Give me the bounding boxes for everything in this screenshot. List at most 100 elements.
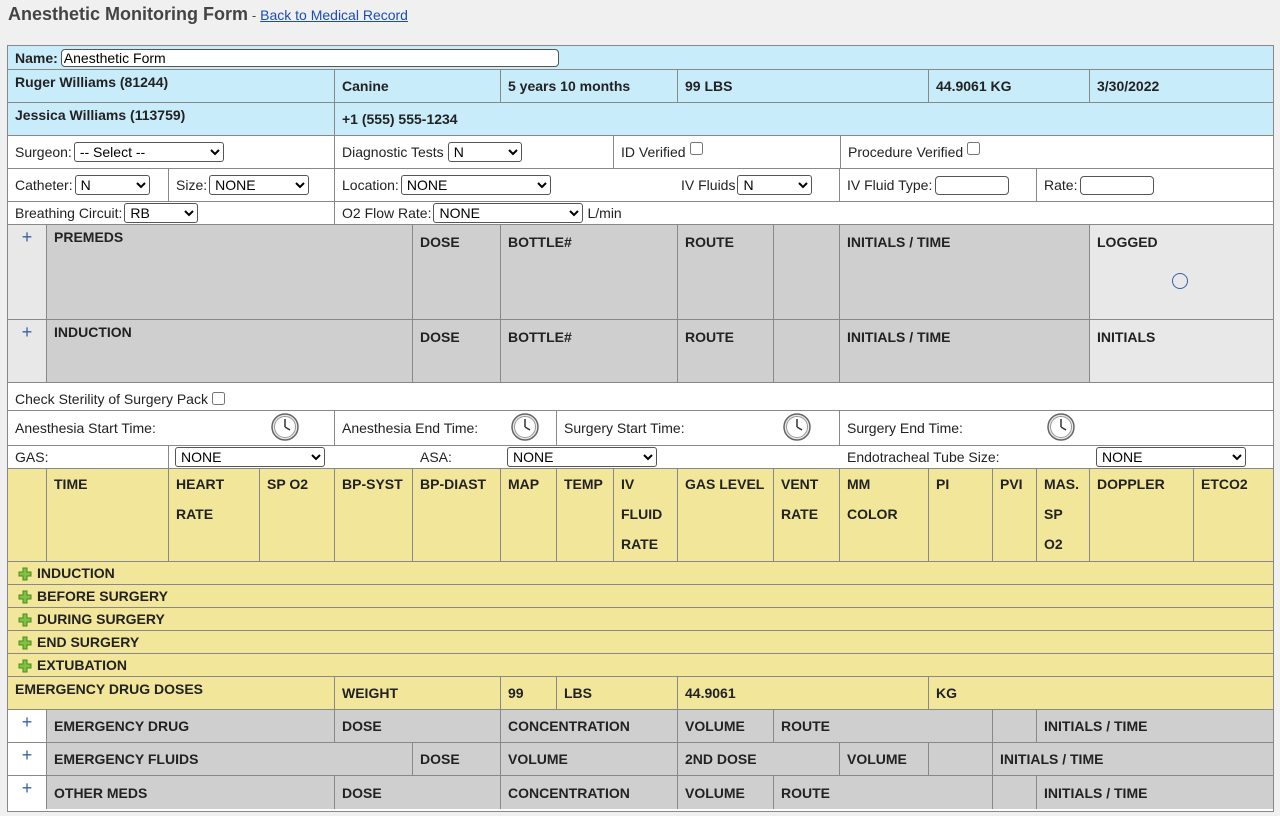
size-select[interactable]: NONE bbox=[209, 175, 310, 195]
form-name-input[interactable] bbox=[60, 48, 559, 67]
location-label: Location: bbox=[342, 177, 399, 193]
emergency-fluids-dose-header: DOSE bbox=[413, 743, 501, 775]
emergency-weight-label: WEIGHT bbox=[335, 677, 501, 709]
green-plus-icon[interactable] bbox=[18, 636, 32, 650]
induction-bottle-header: BOTTLE# bbox=[501, 320, 678, 382]
emergency-drug-initials-time-header: INITIALS / TIME bbox=[1044, 718, 1148, 734]
green-plus-icon[interactable] bbox=[18, 590, 32, 604]
green-plus-icon[interactable] bbox=[18, 613, 32, 627]
surgeon-label: Surgeon: bbox=[15, 144, 72, 160]
id-verified-checkbox[interactable] bbox=[689, 141, 703, 155]
sterility-checkbox[interactable] bbox=[211, 392, 225, 405]
o2-unit: L/min bbox=[587, 205, 622, 221]
iv-rate-input[interactable] bbox=[1080, 175, 1155, 195]
iv-fluid-type-input[interactable] bbox=[935, 175, 1010, 195]
vitals-heart-rate-header: HEART RATE bbox=[169, 469, 260, 561]
vitals-bp-syst-header: BP-SYST bbox=[335, 469, 413, 561]
vitals-pi-header: PI bbox=[929, 469, 993, 561]
breathing-circuit-select[interactable]: RB bbox=[124, 203, 199, 223]
green-plus-icon[interactable] bbox=[18, 567, 32, 581]
induction-dose-header: DOSE bbox=[413, 320, 501, 382]
size-label: Size: bbox=[176, 177, 208, 193]
gas-row: GAS: NONE ASA: NONE Endotracheal Tube Si… bbox=[8, 446, 1273, 469]
gas-select[interactable]: NONE bbox=[175, 447, 325, 467]
emergency-fluids-title: EMERGENCY FLUIDS bbox=[47, 743, 413, 775]
premeds-initials-time-header: INITIALS / TIME bbox=[840, 225, 1090, 319]
vitals-gas-level-header: GAS LEVEL bbox=[678, 469, 774, 561]
iv-fluids-select[interactable]: N bbox=[737, 175, 813, 195]
title-separator: - bbox=[251, 8, 257, 23]
species: Canine bbox=[335, 70, 501, 102]
rate-label: Rate: bbox=[1044, 177, 1078, 193]
green-plus-icon[interactable] bbox=[18, 659, 32, 673]
other-meds-row: + OTHER MEDS DOSE CONCENTRATION VOLUME R… bbox=[8, 776, 1273, 809]
logged-circle-icon[interactable] bbox=[1172, 273, 1188, 289]
premeds-dose-header: DOSE bbox=[413, 225, 501, 319]
age: 5 years 10 months bbox=[501, 70, 678, 102]
asa-label: ASA: bbox=[420, 449, 452, 465]
anesthesia-start-clock-icon[interactable] bbox=[271, 413, 299, 444]
phase-label: BEFORE SURGERY bbox=[37, 588, 168, 604]
vitals-spo2-header: SP O2 bbox=[260, 469, 335, 561]
surgeon-row: Surgeon: -- Select -- Diagnostic Tests N… bbox=[8, 136, 1273, 169]
premeds-logged-header: LOGGED bbox=[1097, 234, 1158, 250]
phase-row-end-surgery[interactable]: END SURGERY bbox=[8, 631, 1273, 654]
anesthetic-form: Name: Ruger Williams (81244) Canine 5 ye… bbox=[7, 45, 1274, 812]
diagnostic-tests-select[interactable]: N bbox=[447, 142, 522, 162]
emergency-weight-kg: 44.9061 bbox=[678, 677, 929, 709]
phase-row-during-surgery[interactable]: DURING SURGERY bbox=[8, 608, 1273, 631]
premeds-route-header: ROUTE bbox=[678, 225, 774, 319]
surgery-start-label: Surgery Start Time: bbox=[564, 420, 685, 436]
anesthesia-end-label: Anesthesia End Time: bbox=[342, 420, 479, 436]
vitals-vent-rate-header: VENT RATE bbox=[774, 469, 840, 561]
emergency-drug-dose-header: DOSE bbox=[335, 710, 501, 742]
other-meds-dose-header: DOSE bbox=[335, 776, 501, 809]
premeds-bottle-header: BOTTLE# bbox=[501, 225, 678, 319]
gas-label: GAS: bbox=[8, 446, 169, 468]
emergency-drug-row: + EMERGENCY DRUG DOSE CONCENTRATION VOLU… bbox=[8, 710, 1273, 743]
et-tube-select[interactable]: NONE bbox=[1096, 447, 1246, 467]
add-emergency-fluids-plus-icon[interactable]: + bbox=[8, 743, 47, 775]
emergency-fluids-initials-time-header: INITIALS / TIME bbox=[1000, 751, 1104, 767]
premeds-section: + PREMEDS DOSE BOTTLE# ROUTE INITIALS / … bbox=[8, 225, 1273, 320]
o2-flow-rate-select[interactable]: NONE bbox=[433, 203, 584, 223]
asa-select[interactable]: NONE bbox=[507, 447, 657, 467]
owner-phone: +1 (555) 555-1234 bbox=[342, 111, 458, 127]
vitals-time-header: TIME bbox=[47, 469, 169, 561]
phase-row-extubation[interactable]: EXTUBATION bbox=[8, 654, 1273, 677]
emergency-drug-title: EMERGENCY DRUG bbox=[47, 710, 335, 742]
owner-row: Jessica Williams (113759) +1 (555) 555-1… bbox=[8, 103, 1273, 136]
catheter-select[interactable]: N bbox=[74, 175, 150, 195]
sterility-row: Check Sterility of Surgery Pack bbox=[8, 383, 1273, 411]
other-meds-route-header: ROUTE bbox=[774, 776, 993, 809]
phase-label: DURING SURGERY bbox=[37, 611, 165, 627]
vitals-etco2-header: ETCO2 bbox=[1201, 476, 1248, 492]
anesthesia-start-label: Anesthesia Start Time: bbox=[15, 420, 156, 436]
emergency-fluids-second-dose-header: 2ND DOSE bbox=[678, 743, 840, 775]
back-to-medical-record-link[interactable]: Back to Medical Record bbox=[260, 7, 408, 23]
breathing-circuit-label: Breathing Circuit: bbox=[15, 205, 123, 221]
add-other-meds-plus-icon[interactable]: + bbox=[8, 776, 47, 809]
iv-fluids-label: IV Fluids bbox=[681, 177, 736, 193]
procedure-verified-checkbox[interactable] bbox=[967, 141, 981, 155]
phase-row-before-surgery[interactable]: BEFORE SURGERY bbox=[8, 585, 1273, 608]
premeds-title: PREMEDS bbox=[47, 225, 413, 319]
surgery-end-clock-icon[interactable] bbox=[1047, 413, 1075, 444]
surgeon-select[interactable]: -- Select -- bbox=[73, 142, 224, 162]
vitals-mm-color-header: MM COLOR bbox=[840, 469, 929, 561]
emergency-fluids-volume2-header: VOLUME bbox=[840, 743, 929, 775]
emergency-weight-lbs: 99 bbox=[501, 677, 557, 709]
phase-row-induction[interactable]: INDUCTION bbox=[8, 562, 1273, 585]
vitals-doppler-header: DOPPLER bbox=[1090, 469, 1194, 561]
sterility-label: Check Sterility of Surgery Pack bbox=[15, 391, 208, 407]
visit-date: 3/30/2022 bbox=[1097, 78, 1160, 94]
other-meds-title: OTHER MEDS bbox=[47, 776, 335, 809]
catheter-label: Catheter: bbox=[15, 177, 73, 193]
emergency-drug-concentration-header: CONCENTRATION bbox=[501, 710, 678, 742]
surgery-start-clock-icon[interactable] bbox=[783, 413, 811, 444]
anesthesia-end-clock-icon[interactable] bbox=[511, 413, 539, 444]
add-induction-plus-icon[interactable]: + bbox=[8, 320, 47, 382]
add-emergency-drug-plus-icon[interactable]: + bbox=[8, 710, 47, 742]
add-premed-plus-icon[interactable]: + bbox=[8, 225, 47, 319]
location-select[interactable]: NONE bbox=[400, 175, 551, 195]
